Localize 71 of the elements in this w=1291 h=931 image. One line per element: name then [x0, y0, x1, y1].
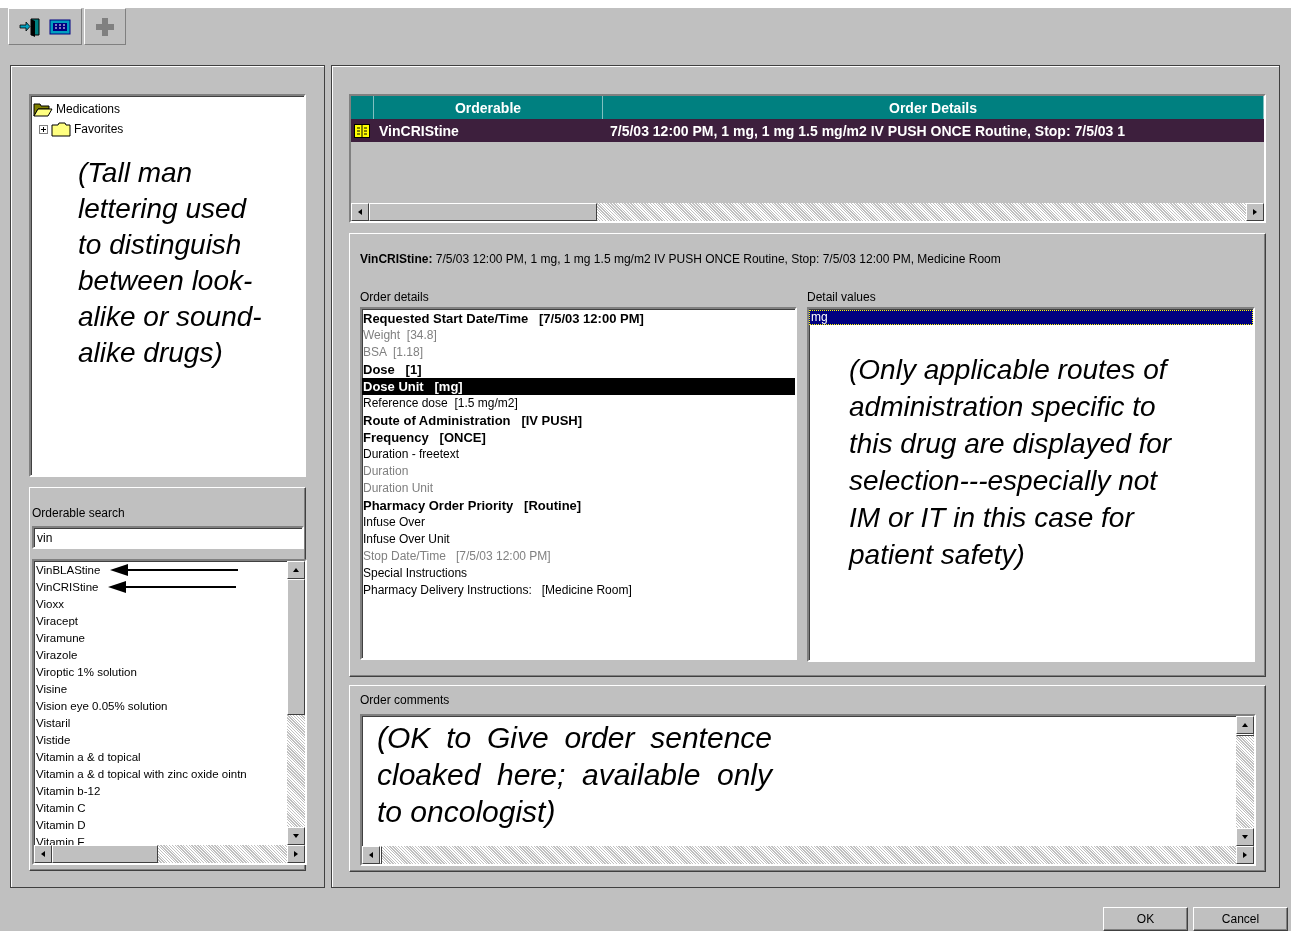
list-item[interactable]: Vitamin D: [36, 818, 86, 831]
list-item[interactable]: Vision eye 0.05% solution: [36, 699, 168, 712]
book-icon: [354, 122, 370, 139]
list-item[interactable]: Visine: [36, 682, 68, 695]
results-list[interactable]: [32, 559, 307, 865]
list-item[interactable]: Viroptic 1% solution: [36, 665, 137, 678]
detail-item[interactable]: Reference dose [1.5 mg/m2]: [362, 395, 795, 412]
detail-item[interactable]: Infuse Over Unit: [362, 531, 795, 548]
scrollbar[interactable]: [362, 846, 1254, 864]
scroll-arrow-icon: [39, 850, 47, 858]
calculator-icon[interactable]: [49, 18, 71, 35]
order-summary: VinCRIStine: 7/5/03 12:00 PM, 1 mg, 1 mg 1.5 mg/m2 IV PUSH ONCE Routine, Stop: 7/5/03 12:00 PM, Medicine Room: [360, 252, 1002, 266]
field-label: Order comments: [360, 693, 451, 708]
list-item[interactable]: Vitamin b-12: [36, 784, 101, 797]
list-item[interactable]: Vitamin C: [36, 801, 86, 814]
scrollbar[interactable]: [351, 203, 1264, 221]
dialog-button[interactable]: OK: [1103, 907, 1188, 931]
scroll-arrow-icon: [292, 566, 300, 574]
detail-item[interactable]: Pharmacy Delivery Instructions: [Medicine Room]: [362, 582, 795, 599]
scroll-arrow-icon: [292, 832, 300, 840]
scroll-arrow-icon: [367, 851, 375, 859]
detail-values-list[interactable]: mg (Only applicable routes of administration specific to this drug are displayed for selection---especially not IM or IT in this case for patient safety): [807, 307, 1255, 662]
dialog-button[interactable]: Cancel: [1193, 907, 1288, 931]
value-item[interactable]: mg: [809, 310, 1253, 325]
list-item[interactable]: VinCRIStine: [36, 580, 99, 593]
scroll-arrow-icon: [1241, 851, 1249, 859]
list-item[interactable]: Viracept: [36, 614, 78, 627]
table-row[interactable]: VinCRIStine 7/5/03 12:00 PM, 1 mg, 1 mg 1.5 mg/m2 IV PUSH ONCE Routine, Stop: 7/5/03 1: [351, 119, 1264, 142]
table-cell-text: VinCRIStine: [378, 121, 460, 141]
scroll-arrow-icon: [1251, 208, 1259, 216]
annotation-text: (Only applicable routes of administration specific to this drug are displayed for selection---especially not IM or IT in this case for patient safety): [849, 353, 1173, 572]
tree-item[interactable]: Favorites: [74, 122, 124, 136]
annotation-text: (Tall man lettering used to distinguish between look-alike or sound-alike drugs): [78, 156, 263, 370]
scrollbar[interactable]: [287, 561, 305, 845]
list-label: Detail values: [807, 290, 876, 305]
tree-item[interactable]: Medications: [56, 102, 121, 116]
order-details-list[interactable]: [360, 307, 797, 660]
scroll-arrow-icon: [356, 208, 364, 216]
field-label: Orderable search: [32, 506, 126, 521]
list-item[interactable]: Vitamin a & d topical: [36, 750, 141, 763]
list-item[interactable]: Vitamin E: [36, 835, 85, 845]
list-label: Order details: [360, 290, 430, 305]
list-item[interactable]: VinBLAStine: [36, 563, 101, 576]
scroll-arrow-icon: [1241, 721, 1249, 729]
scrollbar[interactable]: [34, 845, 305, 863]
list-item[interactable]: Virazole: [36, 648, 78, 661]
scrollbar[interactable]: [1236, 716, 1254, 846]
scroll-arrow-icon: [1241, 833, 1249, 841]
detail-item[interactable]: Dose Unit [mg]: [362, 378, 795, 395]
detail-item[interactable]: Route of Administration [IV PUSH]: [362, 412, 795, 429]
annotation-text: (OK to Give order sentence cloaked here; available only to oncologist): [377, 720, 772, 830]
detail-item[interactable]: Duration - freetext: [362, 446, 795, 463]
detail-item[interactable]: Special Instructions: [362, 565, 795, 582]
list-item[interactable]: Viramune: [36, 631, 85, 644]
list-item[interactable]: Vioxx: [36, 597, 64, 610]
table-cell-text: 7/5/03 12:00 PM, 1 mg, 1 mg 1.5 mg/m2 IV PUSH ONCE Routine, Stop: 7/5/03 1: [609, 121, 1127, 141]
list-item[interactable]: Vitamin a & d topical with zinc oxide ointn: [36, 767, 247, 780]
detail-item[interactable]: Requested Start Date/Time [7/5/03 12:00 PM]: [362, 310, 795, 327]
search-field[interactable]: vin: [32, 526, 304, 549]
folder-icon: [51, 121, 71, 137]
detail-item[interactable]: Pharmacy Order Priority [Routine]: [362, 497, 795, 514]
expand-icon[interactable]: [39, 124, 48, 134]
detail-item[interactable]: Dose [1]: [362, 361, 795, 378]
comments-field[interactable]: (OK to Give order sentence cloaked here; available only to oncologist): [360, 714, 1256, 866]
list-item[interactable]: Vistaril: [36, 716, 71, 729]
scroll-arrow-icon: [292, 850, 300, 858]
detail-item[interactable]: Frequency [ONCE]: [362, 429, 795, 446]
tree-view[interactable]: Medications Favorites (Tall man lettering used to distinguish between look-alike or sound-alike drugs): [29, 94, 306, 477]
detail-item[interactable]: Infuse Over: [362, 514, 795, 531]
list-item[interactable]: Vistide: [36, 733, 71, 746]
exit-door-icon[interactable]: [19, 16, 41, 37]
